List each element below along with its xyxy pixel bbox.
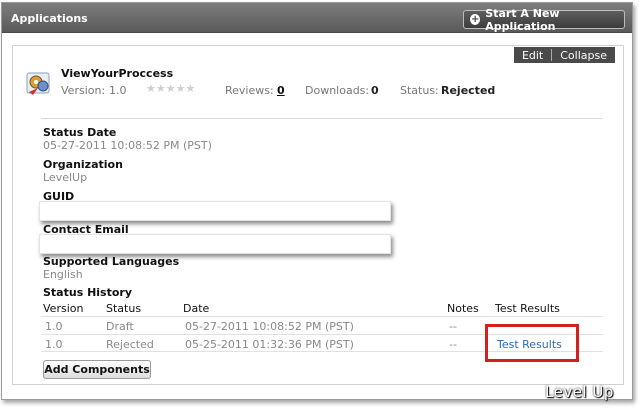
guid-redacted-field [39, 201, 391, 221]
application-card: Edit Collapse ViewYourProccess Version: … [12, 45, 624, 385]
cell-status: Rejected [106, 338, 154, 351]
version-value: 1.0 [109, 84, 127, 97]
column-header-date: Date [183, 302, 210, 315]
start-new-application-label: Start A New Application [485, 6, 560, 33]
applications-panel: Applications + Start A New Application E… [1, 2, 633, 400]
organization-value: LevelUp [43, 171, 88, 184]
status-date-value: 05-27-2011 10:08:52 PM (PST) [43, 139, 212, 152]
status-label: Status: [400, 84, 439, 97]
status-history-title: Status History [43, 286, 133, 299]
cell-version: 1.0 [45, 320, 63, 333]
reviews-count-link[interactable]: 0 [277, 84, 285, 97]
contact-email-redacted-field [39, 234, 391, 254]
panel-title: Applications [11, 12, 88, 25]
cell-notes: -- [449, 320, 457, 333]
panel-header: Applications + Start A New Application [2, 3, 632, 33]
version-label: Version: [61, 84, 106, 97]
cell-date: 05-27-2011 10:08:52 PM (PST) [185, 320, 354, 333]
supported-languages-value: English [43, 268, 83, 281]
app-icon [26, 72, 50, 95]
downloads-label: Downloads: [305, 84, 370, 97]
edit-button[interactable]: Edit [514, 49, 551, 62]
watermark: Level Up [545, 383, 614, 401]
app-name: ViewYourProccess [61, 67, 174, 80]
details-divider [41, 118, 603, 119]
cell-notes: -- [449, 338, 457, 351]
cell-version: 1.0 [45, 338, 63, 351]
column-header-status: Status [106, 302, 142, 315]
cell-status: Draft [106, 320, 134, 333]
add-components-button[interactable]: Add Components [43, 360, 151, 379]
rating-stars-icon: ★★★★★ [146, 82, 196, 95]
start-new-application-button[interactable]: + Start A New Application [463, 7, 625, 33]
downloads-count: 0 [371, 84, 379, 97]
supported-languages-label: Supported Languages [43, 255, 180, 268]
organization-label: Organization [43, 158, 123, 171]
status-value-text: Rejected [441, 84, 496, 97]
cell-date: 05-25-2011 01:32:36 PM (PST) [185, 338, 354, 351]
status-date-label: Status Date [43, 126, 117, 139]
column-header-version: Version [43, 302, 84, 315]
downloads-count-value: 0 [371, 84, 379, 97]
column-header-test-results: Test Results [495, 302, 560, 315]
column-header-notes: Notes [447, 302, 479, 315]
plus-icon: + [470, 14, 481, 25]
status-value: Rejected [441, 84, 495, 97]
card-toolbar: Edit Collapse [513, 47, 615, 63]
test-results-highlight [485, 324, 579, 362]
reviews-label: Reviews: [225, 84, 274, 97]
collapse-button[interactable]: Collapse [552, 49, 615, 62]
